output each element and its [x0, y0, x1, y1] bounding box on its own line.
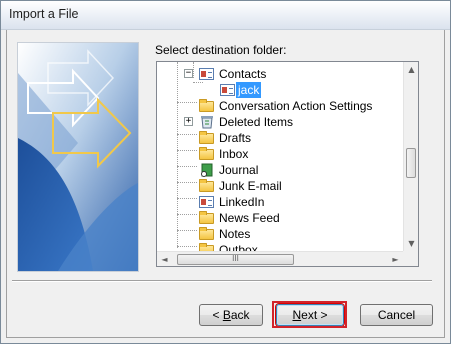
scrollbar-corner	[403, 251, 418, 266]
folder-icon	[199, 211, 214, 224]
drafts-folder-icon	[199, 131, 214, 144]
scroll-right-button[interactable]: ►	[388, 252, 403, 266]
vertical-scroll-thumb[interactable]	[406, 148, 416, 178]
contacts-card-icon	[199, 68, 214, 80]
wizard-banner-image	[17, 42, 139, 272]
expand-icon[interactable]: +	[184, 117, 193, 126]
cancel-button[interactable]: Cancel	[360, 304, 433, 326]
highlight-frame	[272, 301, 347, 328]
tree-item-label-selected: jack	[236, 82, 262, 98]
tree-item-label: Conversation Action Settings	[219, 99, 373, 113]
vertical-scrollbar[interactable]: ▲ ▼	[403, 62, 418, 251]
tree-item-label: Drafts	[219, 131, 252, 145]
destination-folder-label: Select destination folder:	[155, 43, 287, 57]
tree-item-contacts[interactable]: − Contacts	[157, 66, 403, 82]
tree-item-deleted-items[interactable]: + Deleted Items	[157, 114, 403, 130]
tree-item-label: Inbox	[219, 147, 249, 161]
tree-item-inbox[interactable]: Inbox	[157, 146, 403, 162]
scroll-left-button[interactable]: ◄	[157, 252, 172, 266]
inbox-folder-icon	[199, 147, 214, 160]
tree-item-label: Outbox	[219, 243, 258, 251]
deleted-items-icon	[199, 115, 215, 129]
tree-item-drafts[interactable]: Drafts	[157, 130, 403, 146]
horizontal-scrollbar[interactable]: ◄ III ►	[157, 251, 403, 266]
tree-item-label: Contacts	[219, 67, 267, 81]
button-separator	[12, 280, 432, 282]
tree-item-news-feed[interactable]: News Feed	[157, 210, 403, 226]
window-title: Import a File	[9, 7, 79, 21]
contacts-card-icon	[199, 196, 214, 208]
tree-item-conversation-action-settings[interactable]: Conversation Action Settings	[157, 98, 403, 114]
collapse-icon[interactable]: −	[184, 69, 193, 78]
folder-icon	[199, 99, 214, 112]
horizontal-scroll-thumb[interactable]: III	[177, 254, 294, 265]
scroll-up-button[interactable]: ▲	[404, 62, 418, 77]
junk-folder-icon	[199, 179, 214, 192]
tree-item-jack[interactable]: jack	[157, 82, 403, 98]
tree-item-label: Notes	[219, 227, 251, 241]
tree-item-label: Junk E-mail	[219, 179, 282, 193]
tree-item-label: News Feed	[219, 211, 280, 225]
back-button[interactable]: < Back	[199, 304, 263, 326]
tree-item-junk-email[interactable]: Junk E-mail	[157, 178, 403, 194]
tree-item-notes[interactable]: Notes	[157, 226, 403, 242]
tree-item-journal[interactable]: Journal	[157, 162, 403, 178]
tree-item-outbox[interactable]: Outbox	[157, 242, 403, 251]
notes-folder-icon	[199, 227, 214, 240]
journal-icon	[199, 163, 215, 177]
scroll-down-button[interactable]: ▼	[404, 236, 418, 251]
banner-artwork	[18, 43, 138, 271]
tree-item-label: Journal	[219, 163, 259, 177]
contacts-card-icon	[220, 84, 235, 96]
tree-item-label: Deleted Items	[219, 115, 294, 129]
tree-item-label: LinkedIn	[219, 195, 265, 209]
folder-tree-viewport: − Contacts jack Conversation Action Sett…	[157, 62, 403, 251]
folder-tree[interactable]: − Contacts jack Conversation Action Sett…	[156, 61, 419, 267]
title-bar: Import a File	[1, 1, 450, 30]
tree-item-linkedin[interactable]: LinkedIn	[157, 194, 403, 210]
